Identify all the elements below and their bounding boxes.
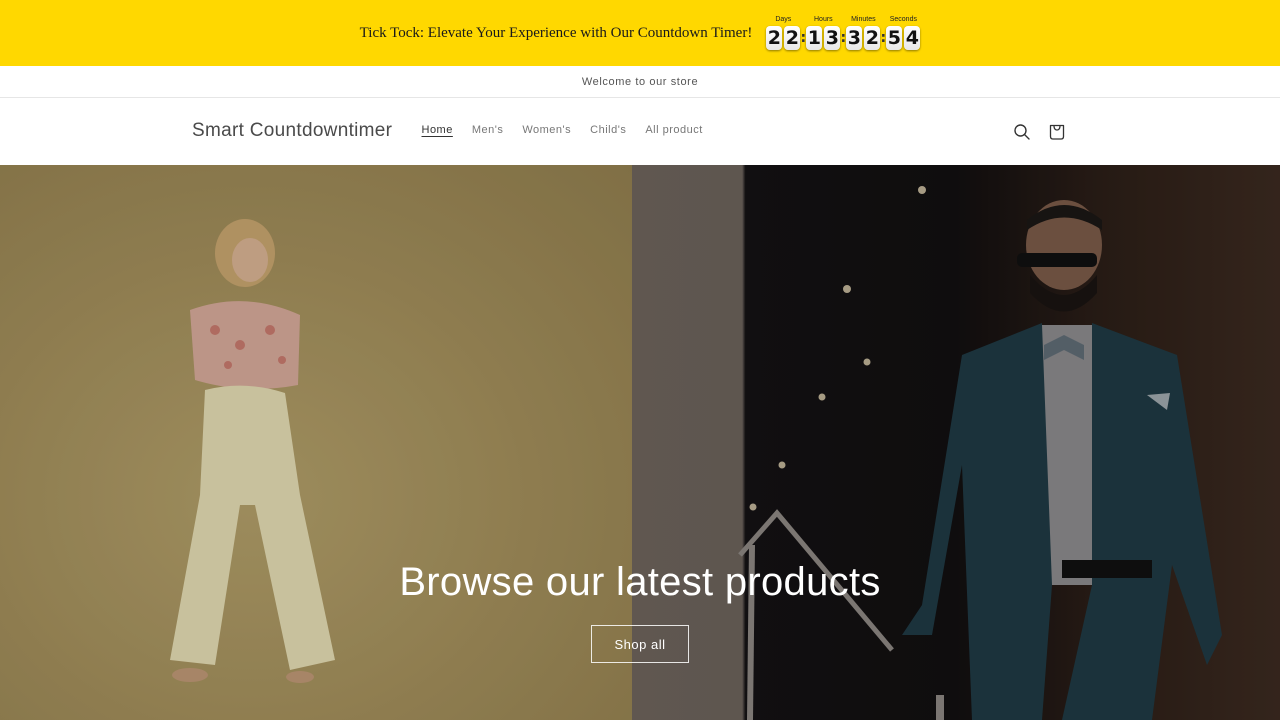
timer-unit-seconds: Seconds 5 4 <box>886 15 921 50</box>
timer-digit: 4 <box>904 25 921 50</box>
timer-unit-minutes: Minutes 3 2 <box>846 15 881 50</box>
hero-banner: Browse our latest products Shop all <box>0 165 1280 720</box>
timer-label-hours: Hours <box>814 15 833 23</box>
timer-unit-hours: Hours 1 3 <box>806 15 841 50</box>
nav-item-womens[interactable]: Women's <box>513 124 581 136</box>
search-icon <box>1014 124 1030 140</box>
hero-title: Browse our latest products <box>399 560 881 604</box>
countdown-timer: Days 2 2 : Hours 1 3 : Minutes 3 2 : Sec… <box>766 15 921 50</box>
main-nav: Home Men's Women's Child's All product <box>412 124 712 136</box>
nav-item-home[interactable]: Home <box>412 124 462 136</box>
announcement-text: Welcome to our store <box>581 75 699 88</box>
timer-digit: 5 <box>886 25 903 50</box>
shop-all-button[interactable]: Shop all <box>591 625 689 663</box>
announcement-bar: Welcome to our store <box>0 66 1280 98</box>
search-button[interactable] <box>1010 120 1034 144</box>
timer-digit: 2 <box>784 25 801 50</box>
timer-label-minutes: Minutes <box>851 15 876 23</box>
timer-digit: 3 <box>824 25 841 50</box>
cart-icon <box>1049 124 1065 140</box>
nav-item-all-product[interactable]: All product <box>636 124 712 136</box>
hero-content: Browse our latest products Shop all <box>0 560 1280 663</box>
nav-item-childs[interactable]: Child's <box>581 124 636 136</box>
site-header: Smart Countdowntimer Home Men's Women's … <box>0 98 1280 165</box>
timer-digit: 2 <box>766 25 783 50</box>
store-logo[interactable]: Smart Countdowntimer <box>192 120 392 142</box>
nav-item-mens[interactable]: Men's <box>462 124 513 136</box>
cart-button[interactable] <box>1045 120 1069 144</box>
timer-unit-days: Days 2 2 <box>766 15 801 50</box>
countdown-banner: Tick Tock: Elevate Your Experience with … <box>0 0 1280 66</box>
timer-digit: 1 <box>806 25 823 50</box>
timer-digit: 3 <box>846 25 863 50</box>
countdown-message: Tick Tock: Elevate Your Experience with … <box>359 24 753 41</box>
timer-label-seconds: Seconds <box>889 15 917 23</box>
timer-label-days: Days <box>775 15 792 23</box>
timer-digit: 2 <box>864 25 881 50</box>
